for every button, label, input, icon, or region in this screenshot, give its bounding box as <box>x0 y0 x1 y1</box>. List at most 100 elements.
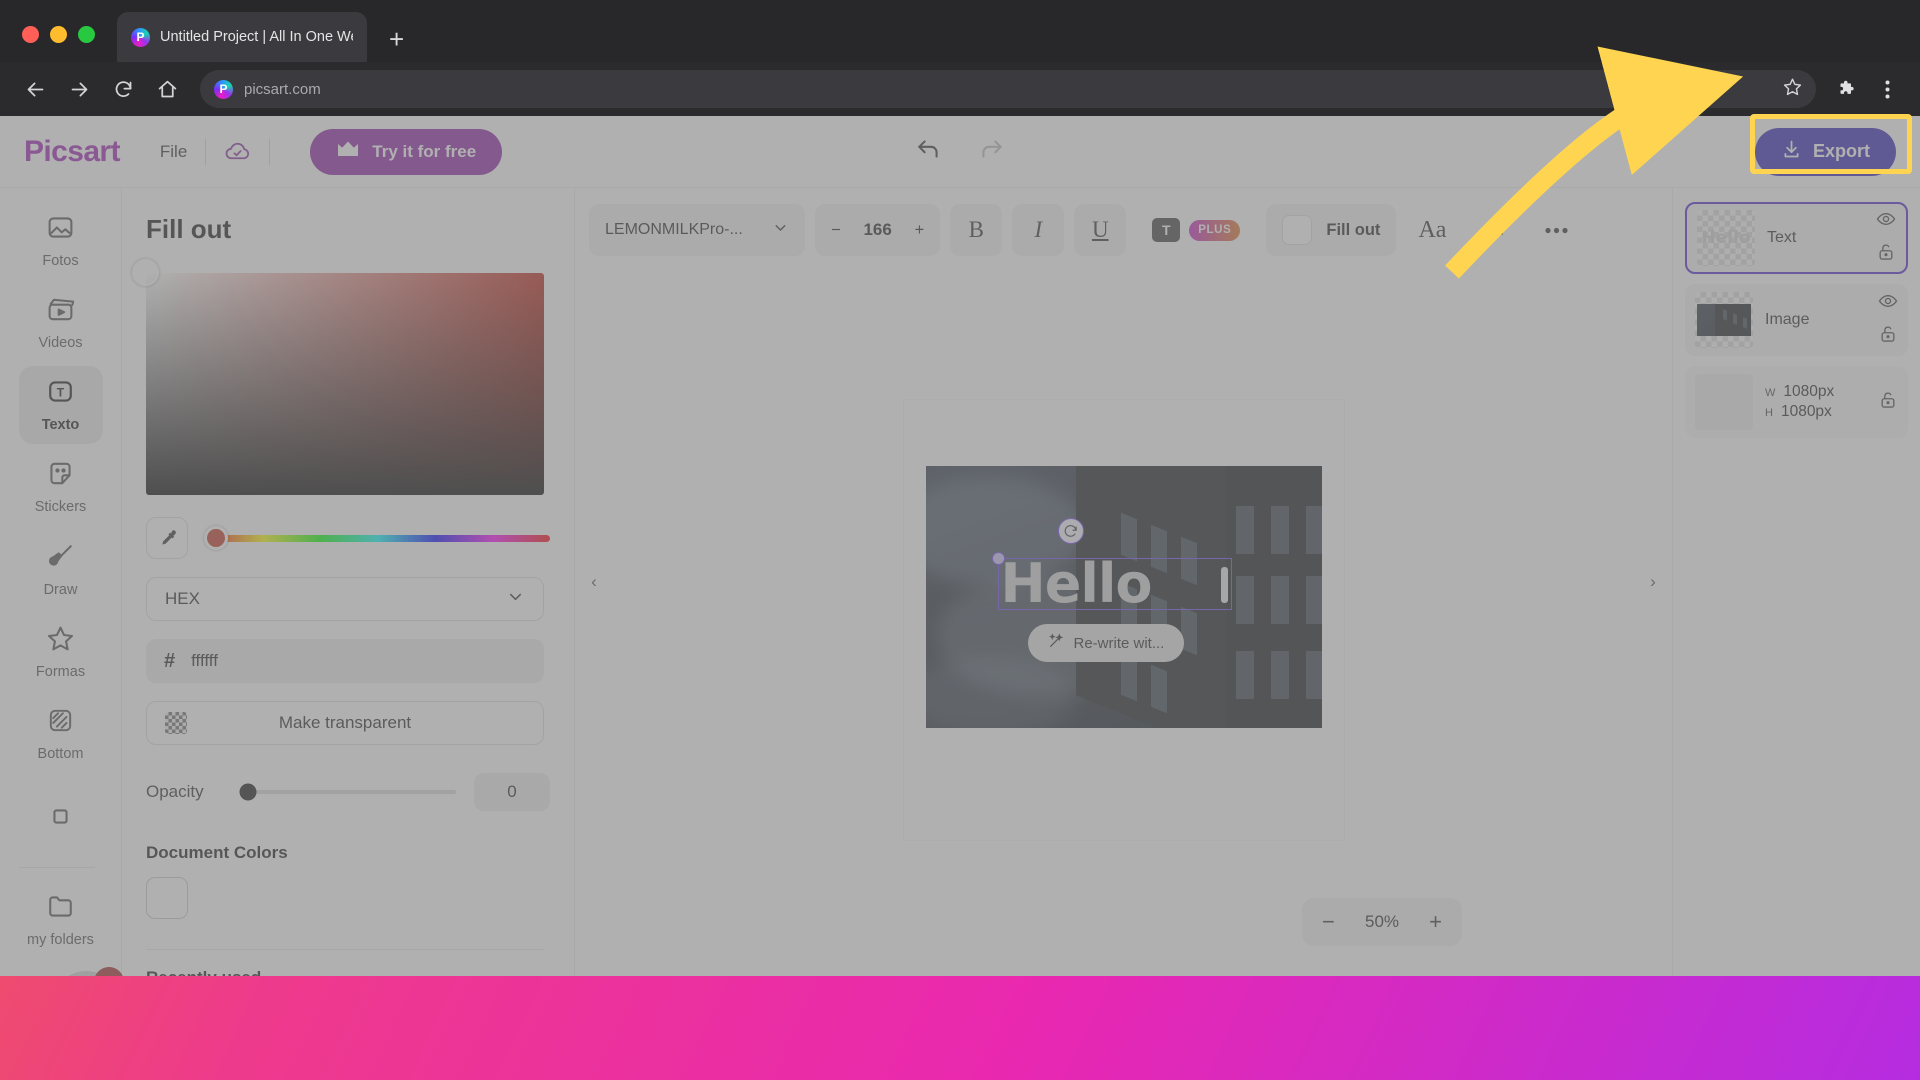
canvas-stage[interactable]: Hello Re-write wit... <box>575 264 1672 976</box>
document-color-swatch[interactable] <box>146 877 188 919</box>
align-left-icon[interactable] <box>1468 204 1520 256</box>
undo-redo-group <box>916 136 1004 167</box>
canvas-area: LEMONMILKPro-... − 166 + B I U T PLUS Fi… <box>575 188 1672 976</box>
font-family-label: LEMONMILKPro-... <box>605 221 743 238</box>
zoom-out-button[interactable]: − <box>1322 909 1335 935</box>
puzzle-icon[interactable] <box>1830 72 1864 106</box>
file-menu-button[interactable]: File <box>160 142 187 162</box>
opacity-slider-handle[interactable] <box>239 783 257 801</box>
sidebar-item-texto[interactable]: T Texto <box>18 366 103 445</box>
canvas-text[interactable]: Hello <box>1001 555 1153 613</box>
address-bar[interactable]: P picsart.com <box>200 70 1816 108</box>
window-traffic-lights <box>0 26 95 62</box>
layer-thumbnail <box>1695 292 1753 348</box>
canvas-size-row[interactable]: W 1080px H 1080px <box>1685 366 1908 438</box>
make-transparent-button[interactable]: Make transparent <box>146 701 544 745</box>
star-icon <box>46 624 75 658</box>
try-it-for-free-label: Try it for free <box>372 141 477 161</box>
background-photo-layer[interactable]: Hello Re-write wit... <box>925 466 1322 728</box>
decrease-font-size-button[interactable]: − <box>831 221 841 240</box>
browser-tab[interactable]: P Untitled Project | All In One Web E <box>117 12 367 62</box>
maximize-window-button[interactable] <box>78 26 95 43</box>
hue-slider[interactable] <box>204 526 550 550</box>
export-label: Export <box>1812 141 1870 161</box>
fill-out-button[interactable]: Fill out <box>1266 204 1397 256</box>
chevron-down-icon <box>506 587 525 611</box>
text-effects-premium-button[interactable]: T PLUS <box>1136 204 1256 256</box>
sidebar-item-fotos[interactable]: Fotos <box>19 202 103 280</box>
close-window-button[interactable] <box>22 26 39 43</box>
new-tab-button[interactable]: + <box>389 26 404 52</box>
layer-thumbnail-text: Hello <box>1701 228 1751 248</box>
site-favicon-icon: P <box>214 79 233 99</box>
font-size-stepper[interactable]: − 166 + <box>815 204 941 256</box>
text-toolbar: LEMONMILKPro-... − 166 + B I U T PLUS Fi… <box>575 202 1672 258</box>
color-format-select[interactable]: HEX <box>146 577 544 621</box>
unlock-icon[interactable] <box>1878 324 1898 349</box>
eyedropper-icon[interactable] <box>146 517 188 559</box>
fill-color-swatch[interactable] <box>1282 215 1313 245</box>
zoom-control: − 50% + <box>1302 898 1462 946</box>
unlock-icon[interactable] <box>1876 242 1896 267</box>
font-family-select[interactable]: LEMONMILKPro-... <box>589 204 805 256</box>
text-style-button[interactable]: Aa <box>1406 204 1458 256</box>
header-divider-right <box>269 138 271 165</box>
minimize-window-button[interactable] <box>50 26 67 43</box>
sidebar-item-stickers[interactable]: Stickers <box>19 448 103 526</box>
text-layer-selection[interactable]: Hello <box>991 552 1232 613</box>
underline-button[interactable]: U <box>1074 204 1127 256</box>
more-horizontal-icon[interactable] <box>1530 204 1582 256</box>
saturation-value-picker[interactable] <box>132 259 544 495</box>
sidebar-item-videos[interactable]: Videos <box>19 284 103 362</box>
home-icon[interactable] <box>148 70 186 108</box>
tab-strip: P Untitled Project | All In One Web E + <box>0 0 1920 62</box>
height-value[interactable]: 1080px <box>1781 403 1832 421</box>
header-divider-left <box>205 138 207 165</box>
sidebar-item-formas[interactable]: Formas <box>19 613 103 691</box>
hue-slider-handle[interactable] <box>204 526 228 550</box>
sidebar-item-label: Formas <box>35 663 86 680</box>
sidebar-item-label: Draw <box>43 581 78 598</box>
eye-icon[interactable] <box>1876 209 1896 234</box>
address-bar-url: picsart.com <box>244 80 321 98</box>
export-button[interactable]: Export <box>1754 127 1896 176</box>
hex-input[interactable]: # ffffff <box>146 639 544 683</box>
rail-divider <box>18 867 95 868</box>
reload-icon[interactable] <box>104 70 142 108</box>
bold-button[interactable]: B <box>950 204 1003 256</box>
opacity-value[interactable]: 0 <box>474 773 550 811</box>
width-value[interactable]: 1080px <box>1783 383 1834 401</box>
three-dot-menu-icon[interactable] <box>1870 72 1904 106</box>
rail-bottom-group: my folders <box>18 777 103 976</box>
font-size-value[interactable]: 166 <box>861 220 895 240</box>
zoom-in-button[interactable]: + <box>1429 909 1442 935</box>
selection-handle[interactable] <box>991 552 1005 565</box>
sidebar-item-draw[interactable]: Draw <box>19 531 103 609</box>
opacity-slider[interactable] <box>239 783 456 801</box>
redo-arrow-icon[interactable] <box>978 136 1004 167</box>
layer-row-text[interactable]: Hello Text <box>1685 202 1908 274</box>
sv-picker-handle[interactable] <box>132 259 159 286</box>
sidebar-item-label: Bottom <box>37 745 84 762</box>
sidebar-item-my-folders[interactable]: my folders <box>19 878 103 962</box>
rewrite-with-ai-button[interactable]: Re-write wit... <box>1027 624 1185 662</box>
cloud-check-icon[interactable] <box>224 138 251 165</box>
star-icon[interactable] <box>1783 77 1802 101</box>
eye-icon[interactable] <box>1878 291 1898 316</box>
sidebar-item-label: Videos <box>38 335 83 352</box>
increase-font-size-button[interactable]: + <box>915 221 925 240</box>
sidebar-item-placeholder[interactable] <box>19 777 103 861</box>
italic-button[interactable]: I <box>1012 204 1065 256</box>
opacity-row: Opacity 0 <box>146 773 550 811</box>
unlock-icon[interactable] <box>1878 390 1898 415</box>
undo-arrow-icon[interactable] <box>916 136 942 167</box>
back-arrow-icon[interactable] <box>16 70 54 108</box>
picsart-logo[interactable]: Picsart <box>24 135 120 169</box>
layer-row-image[interactable]: Image <box>1685 284 1908 356</box>
try-it-for-free-button[interactable]: Try it for free <box>310 128 503 175</box>
artboard[interactable]: Hello Re-write wit... <box>903 400 1344 840</box>
rotate-icon[interactable] <box>1057 518 1084 544</box>
forward-arrow-icon[interactable] <box>60 70 98 108</box>
sidebar-item-bottom[interactable]: Bottom <box>19 695 103 773</box>
fill-out-label: Fill out <box>1326 220 1381 239</box>
